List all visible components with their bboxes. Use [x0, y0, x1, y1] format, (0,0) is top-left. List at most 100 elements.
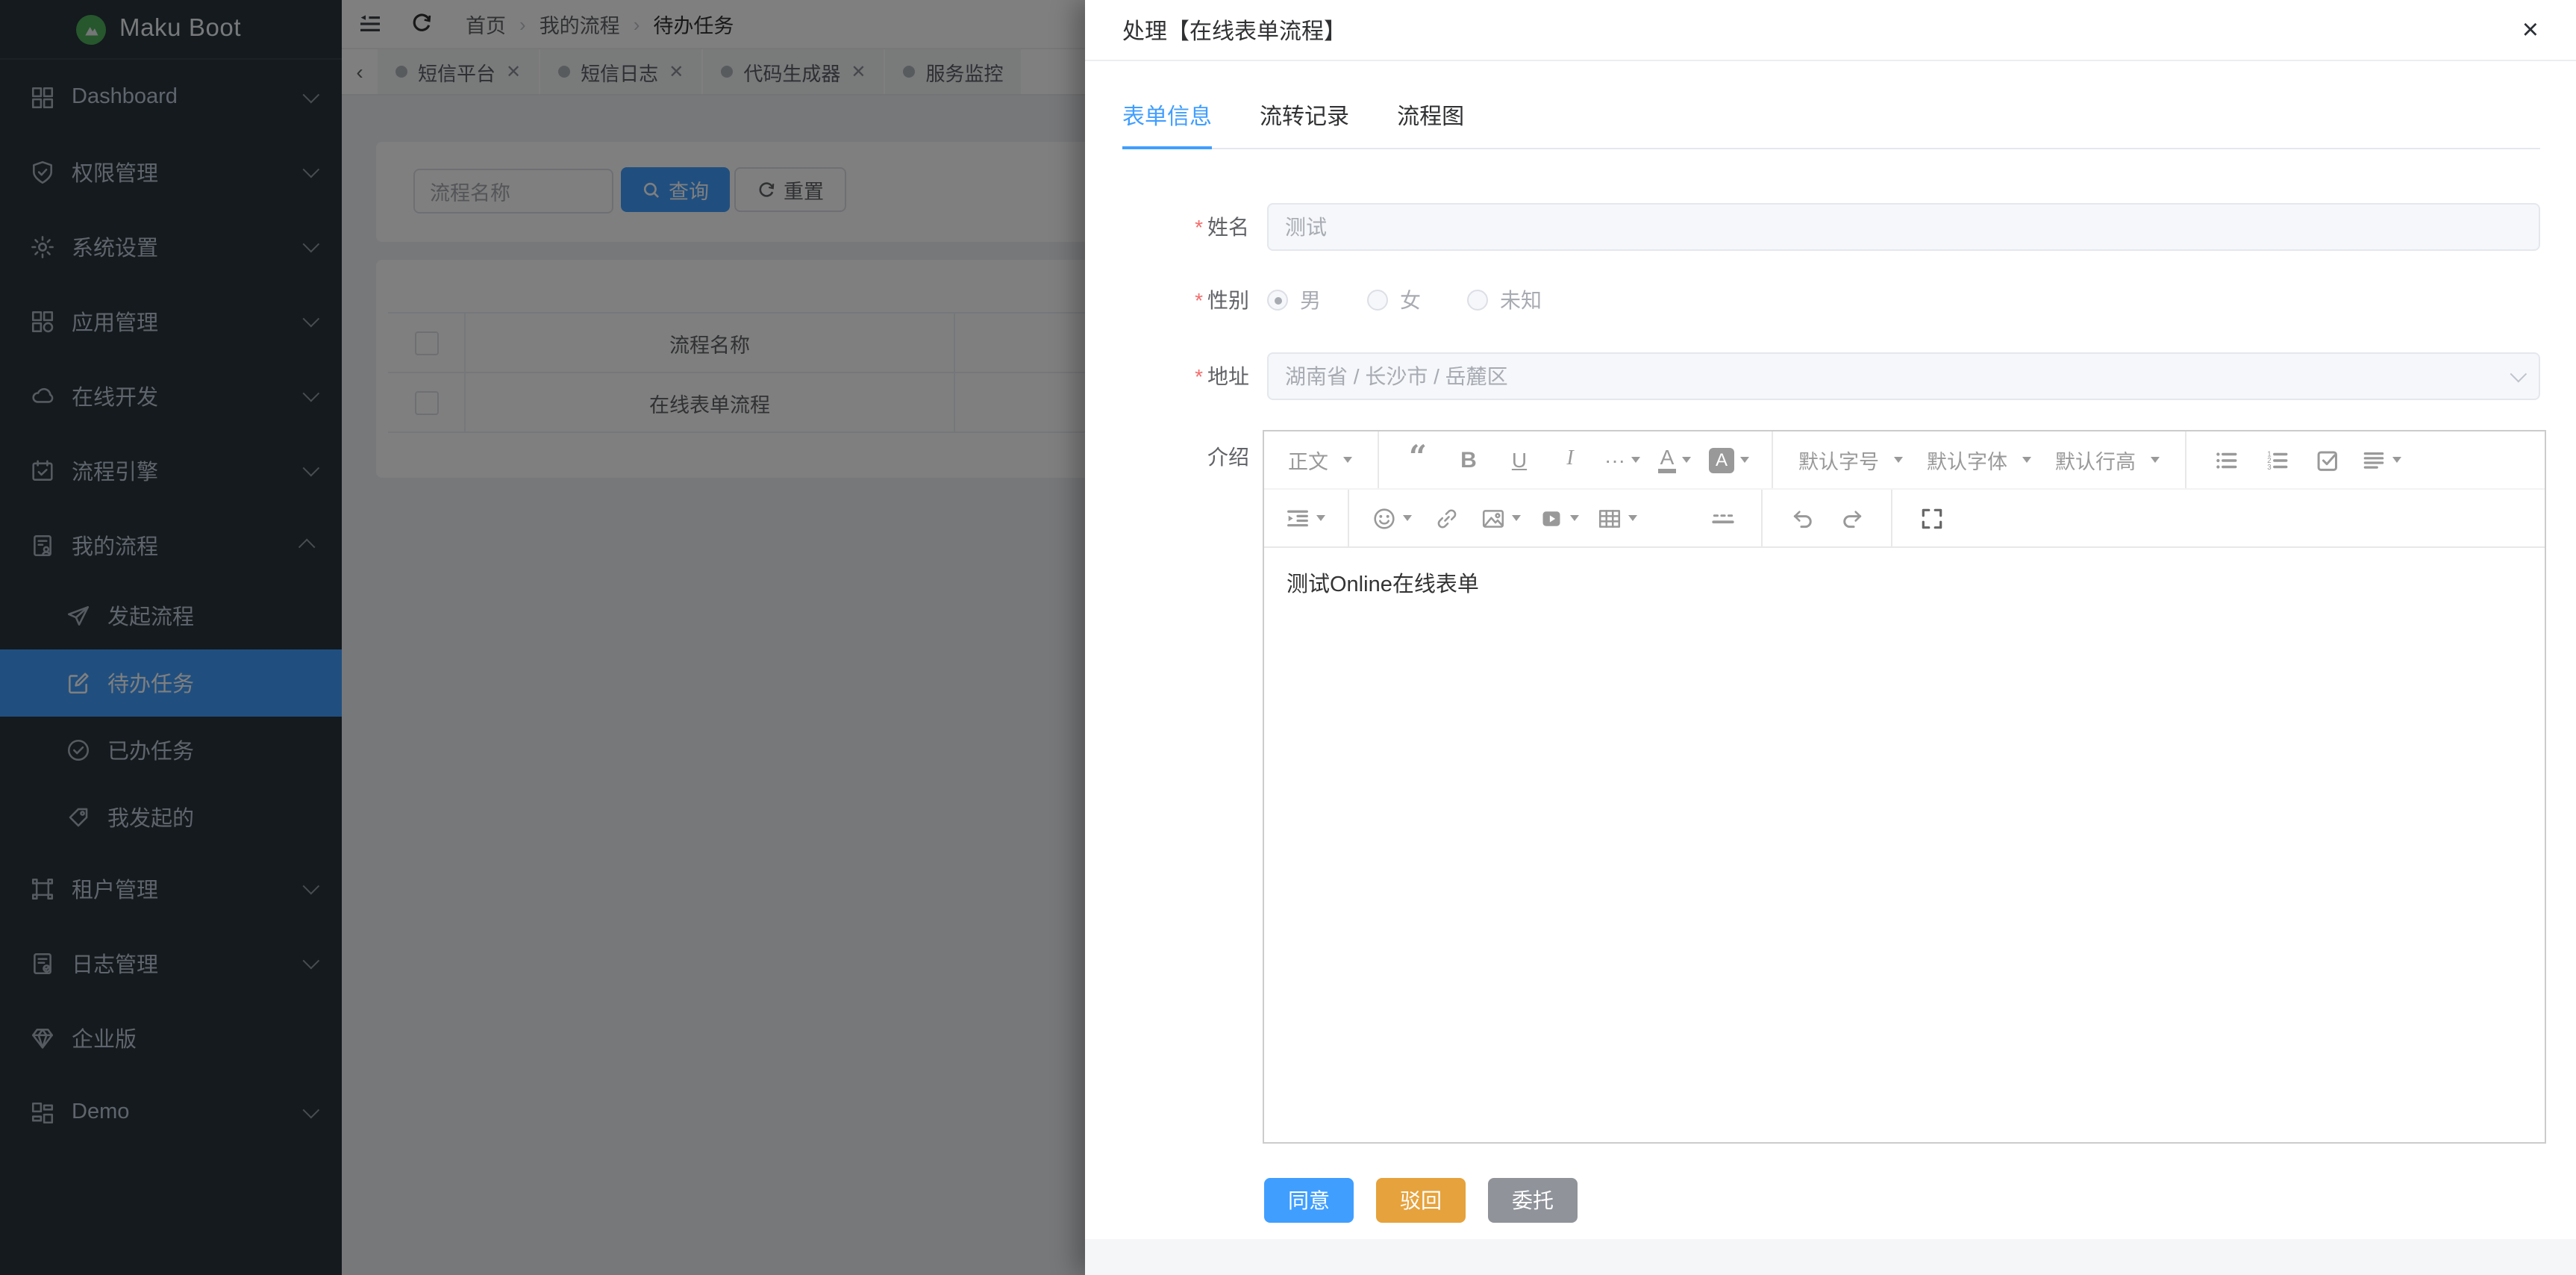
caret-down-icon: [1631, 457, 1640, 463]
svg-text:3: 3: [2266, 463, 2270, 471]
caret-down-icon: [1403, 515, 1412, 521]
toolbar-button-ordered-list[interactable]: 123: [2260, 442, 2292, 478]
radio-circle-icon: [1267, 290, 1288, 311]
caret-down-icon: [1682, 457, 1691, 463]
dropdown-label: 默认字号: [1798, 445, 1879, 475]
toolbar-button-underline[interactable]: U: [1503, 442, 1536, 478]
indent-icon: [1285, 505, 1310, 531]
gender-radio-女[interactable]: 女: [1367, 285, 1421, 315]
font-color-icon: A: [1658, 447, 1676, 473]
toolbar-separator: [2185, 431, 2186, 488]
toolbar-button-emoji[interactable]: [1372, 500, 1412, 536]
address-row: 地址 湖南省 / 长沙市 / 岳麓区: [1122, 352, 2540, 400]
drawer-title: 处理【在线表单流程】: [1122, 14, 1346, 46]
toolbar-button-indent[interactable]: [1285, 500, 1325, 536]
drawer-header: 处理【在线表单流程】 ×: [1085, 0, 2576, 61]
caret-down-icon: [1740, 457, 1749, 463]
redo-icon: [1839, 505, 1865, 531]
drawer-tabs: 表单信息流转记录流程图: [1122, 82, 2540, 149]
toolbar-separator: [1348, 490, 1349, 546]
image-icon: [1481, 505, 1506, 531]
emoji-icon: [1372, 505, 1397, 531]
caret-down-icon: [1570, 515, 1579, 521]
dropdown-label: 默认字体: [1927, 445, 2007, 475]
drawer-form: 姓名 测试 性别 男 女 未知 地址 湖南省 / 长沙市 / 岳麓区: [1122, 149, 2540, 1275]
toolbar-separator: [1772, 431, 1773, 488]
address-cascader[interactable]: 湖南省 / 长沙市 / 岳麓区: [1267, 352, 2540, 400]
toolbar-button-more[interactable]: ···: [1604, 442, 1640, 478]
toolbar-button-video[interactable]: [1539, 500, 1579, 536]
name-row: 姓名 测试: [1122, 203, 2540, 251]
bullet-list-icon: [2213, 447, 2238, 473]
todo-icon: [2314, 447, 2339, 473]
caret-down-icon: [2392, 457, 2401, 463]
align-icon: [2361, 447, 2386, 473]
toolbar-button-bg-color[interactable]: A: [1709, 442, 1749, 478]
gender-row: 性别 男 女 未知: [1122, 278, 2540, 322]
toolbar-button-table[interactable]: [1597, 500, 1637, 536]
drawer-tab-流程图[interactable]: 流程图: [1397, 82, 1464, 148]
action-button-委托[interactable]: 委托: [1488, 1178, 1578, 1223]
toolbar-button-redo[interactable]: [1836, 500, 1869, 536]
editor-toolbar: 正文 “ BUI ··· A A 默认字号 默认字体 默认行高 123: [1264, 431, 2545, 548]
drawer-tab-表单信息[interactable]: 表单信息: [1122, 82, 1212, 148]
toolbar-button-fullscreen[interactable]: [1915, 500, 1948, 536]
drawer-tab-流转记录[interactable]: 流转记录: [1260, 82, 1349, 148]
toolbar-button-image[interactable]: [1481, 500, 1521, 536]
action-button-驳回[interactable]: 驳回: [1376, 1178, 1466, 1223]
close-icon[interactable]: ×: [2522, 16, 2539, 44]
radio-circle-icon: [1367, 290, 1388, 311]
caret-down-icon: [1316, 515, 1325, 521]
table-icon: [1597, 505, 1622, 531]
toolbar-dropdown-font_family[interactable]: 默认字体: [1924, 442, 2034, 478]
toolbar-button-bullet-list[interactable]: [2209, 442, 2242, 478]
toolbar-button-quote[interactable]: “: [1401, 442, 1434, 478]
fullscreen-icon: [1919, 505, 1944, 531]
quote-icon: “: [1409, 448, 1427, 472]
name-label: 姓名: [1122, 212, 1267, 242]
rich-text-editor: 正文 “ BUI ··· A A 默认字号 默认字体 默认行高 123 测试Online在线表单: [1263, 430, 2546, 1144]
editor-text: 测试Online在线表单: [1287, 573, 1479, 597]
toolbar-dropdown-paragraph[interactable]: 正文: [1285, 442, 1355, 478]
name-input[interactable]: 测试: [1267, 203, 2540, 251]
address-label: 地址: [1122, 361, 1267, 391]
bg-color-icon: A: [1709, 447, 1734, 473]
toolbar-button-font-color[interactable]: A: [1658, 442, 1691, 478]
toolbar-button-code[interactable]: [1655, 500, 1688, 536]
toolbar-dropdown-font_size[interactable]: 默认字号: [1795, 442, 1906, 478]
caret-down-icon: [1343, 457, 1352, 463]
editor-content[interactable]: 测试Online在线表单: [1264, 548, 2545, 623]
chevron-down-icon: [2510, 366, 2527, 383]
toolbar-separator: [1761, 490, 1763, 546]
caret-down-icon: [2022, 457, 2031, 463]
radio-label: 男: [1300, 285, 1321, 315]
toolbar-button-todo[interactable]: [2310, 442, 2343, 478]
radio-circle-icon: [1467, 290, 1488, 311]
name-value: 测试: [1285, 212, 1327, 242]
toolbar-button-link[interactable]: [1430, 500, 1463, 536]
toolbar-button-bold[interactable]: B: [1452, 442, 1485, 478]
gender-radio-group: 男 女 未知: [1267, 285, 1588, 315]
toolbar-button-divider[interactable]: [1706, 500, 1739, 536]
link-icon: [1434, 505, 1459, 531]
ordered-list-icon: 123: [2263, 447, 2289, 473]
toolbar-button-undo[interactable]: [1785, 500, 1818, 536]
intro-label: 介绍: [1122, 442, 1267, 472]
action-button-同意[interactable]: 同意: [1264, 1178, 1354, 1223]
gender-radio-未知[interactable]: 未知: [1467, 285, 1542, 315]
toolbar-dropdown-line_height[interactable]: 默认行高: [2052, 442, 2163, 478]
toolbar-separator: [1378, 431, 1379, 488]
radio-label: 女: [1400, 285, 1421, 315]
video-icon: [1539, 505, 1564, 531]
gender-radio-男[interactable]: 男: [1267, 285, 1321, 315]
caret-down-icon: [1512, 515, 1521, 521]
toolbar-separator: [1891, 490, 1892, 546]
address-value: 湖南省 / 长沙市 / 岳麓区: [1285, 361, 1508, 391]
process-drawer: 处理【在线表单流程】 × 表单信息流转记录流程图 姓名 测试 性别 男 女 未知: [1085, 0, 2576, 1275]
caret-down-icon: [1894, 457, 1903, 463]
divider-icon: [1710, 505, 1735, 531]
undo-icon: [1789, 505, 1814, 531]
toolbar-button-italic[interactable]: I: [1554, 442, 1586, 478]
drawer-footer-strip: [1085, 1239, 2576, 1275]
toolbar-button-align[interactable]: [2361, 442, 2401, 478]
